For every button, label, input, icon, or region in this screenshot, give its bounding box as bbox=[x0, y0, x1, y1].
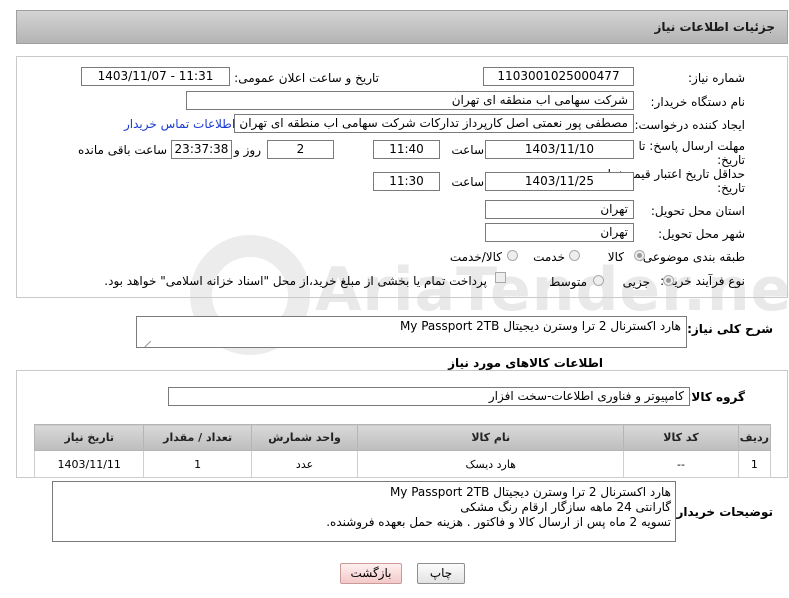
buyer-field: شرکت سهامی اب منطقه ای تهران bbox=[186, 91, 634, 110]
category-radio-both[interactable] bbox=[507, 250, 518, 261]
cell-date: 1403/11/11 bbox=[33, 450, 145, 478]
contact-buyer-link[interactable]: اطلاعات تماس خریدار bbox=[124, 117, 235, 131]
col-unit-header: واحد شمارش bbox=[250, 424, 359, 451]
announce-label: تاریخ و ساعت اعلان عمومی: bbox=[234, 71, 379, 85]
province-field: تهران bbox=[485, 200, 634, 219]
table-header-row: ردیف کد کالا نام کالا واحد شمارش تعداد /… bbox=[33, 424, 772, 451]
cell-code: -- bbox=[623, 450, 739, 478]
remaining-label: ساعت باقی مانده bbox=[77, 143, 167, 157]
category-option-both: کالا/خدمت bbox=[449, 250, 502, 264]
back-button[interactable]: بازگشت bbox=[340, 563, 402, 584]
creator-field: مصطفی پور نعمتی اصل کارپرداز تدارکات شرک… bbox=[234, 114, 634, 133]
category-radio-goods[interactable] bbox=[634, 250, 645, 261]
col-row-header: ردیف bbox=[737, 424, 772, 451]
buyer-note-line: گارانتی 24 ماهه سازگار ارقام رنگ مشکی bbox=[460, 500, 671, 514]
goods-group-label: گروه کالا: bbox=[686, 390, 745, 404]
category-radio-service[interactable] bbox=[569, 250, 580, 261]
goods-group-field: کامپیوتر و فناوری اطلاعات-سخت افزار bbox=[168, 387, 690, 406]
process-option-medium: متوسط bbox=[549, 275, 587, 289]
remaining-time-field: 23:37:38 bbox=[171, 140, 232, 159]
buyer-notes-label: توضیحات خریدار: bbox=[671, 505, 773, 519]
process-radio-minor[interactable] bbox=[663, 275, 674, 286]
summary-label: شرح کلی نیاز: bbox=[687, 322, 773, 336]
validity-time-label: ساعت bbox=[451, 175, 484, 189]
days-field: 2 bbox=[267, 140, 334, 159]
buyer-label: نام دستگاه خریدار: bbox=[650, 95, 746, 109]
table-row: 1 -- هارد دیسک عدد 1 1403/11/11 bbox=[33, 450, 772, 478]
deadline-label: مهلت ارسال پاسخ: تا bbox=[638, 139, 745, 153]
cell-unit: عدد bbox=[250, 450, 359, 478]
creator-label: ایجاد کننده درخواست: bbox=[634, 118, 745, 132]
cell-row: 1 bbox=[737, 450, 772, 478]
page-title: جزئیات اطلاعات نیاز bbox=[654, 20, 775, 34]
need-number-field: 1103001025000477 bbox=[483, 67, 634, 86]
treasury-payment-note: پرداخت تمام یا بخشی از مبلغ خرید،از محل … bbox=[104, 274, 487, 288]
col-code-header: کد کالا bbox=[623, 424, 739, 451]
page-header: جزئیات اطلاعات نیاز bbox=[16, 10, 788, 44]
announce-field: 1403/11/07 - 11:31 bbox=[81, 67, 230, 86]
items-table: ردیف کد کالا نام کالا واحد شمارش تعداد /… bbox=[33, 424, 772, 478]
city-field: تهران bbox=[485, 223, 634, 242]
deadline-time-label: ساعت bbox=[451, 143, 484, 157]
need-number-label: شماره نیاز: bbox=[688, 71, 745, 85]
col-qty-header: تعداد / مقدار bbox=[143, 424, 252, 451]
category-label: طبقه بندی موضوعی: bbox=[638, 250, 745, 264]
validity-time-field: 11:30 bbox=[373, 172, 440, 191]
buyer-note-line: تسویه 2 ماه پس از ارسال کالا و فاکتور . … bbox=[326, 515, 671, 529]
validity-date-field: 1403/11/25 bbox=[485, 172, 634, 191]
category-option-goods: کالا bbox=[607, 250, 624, 264]
cell-qty: 1 bbox=[143, 450, 252, 478]
summary-field: هارد اکسترنال 2 ترا وسترن دیجیتال My Pas… bbox=[136, 316, 687, 348]
deadline-date-field: 1403/11/10 bbox=[485, 140, 634, 159]
city-label: شهر محل تحویل: bbox=[658, 227, 745, 241]
goods-section-title: اطلاعات کالاهای مورد نیاز bbox=[448, 356, 603, 370]
process-option-minor: جزیی bbox=[622, 275, 650, 289]
days-label: روز و bbox=[234, 143, 261, 157]
validity-label-date: تاریخ: bbox=[717, 181, 745, 195]
print-button[interactable]: چاپ bbox=[417, 563, 465, 584]
buyer-notes-field: هارد اکسترنال 2 ترا وسترن دیجیتال My Pas… bbox=[52, 481, 676, 542]
buyer-note-line: هارد اکسترنال 2 ترا وسترن دیجیتال My Pas… bbox=[389, 485, 671, 499]
process-radio-medium[interactable] bbox=[593, 275, 604, 286]
cell-name: هارد دیسک bbox=[357, 450, 625, 478]
treasury-payment-checkbox[interactable] bbox=[495, 272, 506, 283]
deadline-time-field: 11:40 bbox=[373, 140, 440, 159]
category-option-service: خدمت bbox=[533, 250, 565, 264]
col-date-header: تاریخ نیاز bbox=[33, 424, 145, 451]
deadline-label-date: تاریخ: bbox=[717, 153, 745, 167]
col-name-header: نام کالا bbox=[357, 424, 625, 451]
province-label: استان محل تحویل: bbox=[650, 204, 745, 218]
